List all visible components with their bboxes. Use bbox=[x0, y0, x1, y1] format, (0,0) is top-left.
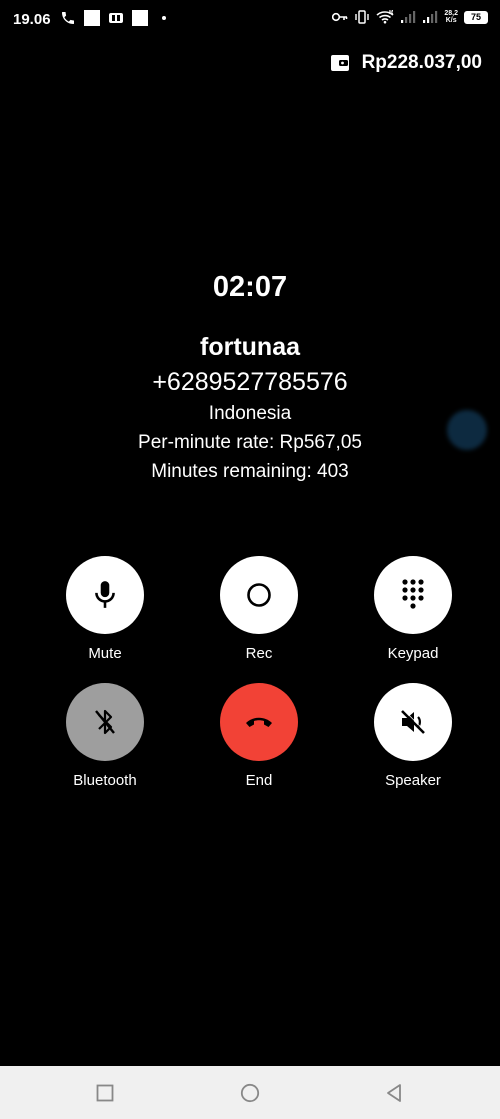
signal-icon-2 bbox=[423, 11, 438, 23]
battery-icon: 75 bbox=[464, 10, 488, 24]
wallet-amount: Rp228.037,00 bbox=[361, 52, 482, 73]
mute-button[interactable] bbox=[66, 556, 144, 634]
call-timer: 02:07 bbox=[212, 271, 288, 303]
call-controls: Mute Rec Keypad Bluetooth End Speaker bbox=[28, 556, 472, 810]
record-icon bbox=[247, 583, 271, 607]
bluetooth-control: Bluetooth bbox=[28, 683, 182, 800]
country: Indonesia bbox=[208, 403, 292, 424]
microphone-icon bbox=[95, 581, 115, 608]
signal-r-label: R bbox=[389, 10, 394, 16]
keypad-label: Keypad bbox=[387, 645, 439, 662]
per-minute-rate: Per-minute rate: Rp567,05 bbox=[138, 432, 362, 453]
keypad-control: Keypad bbox=[336, 556, 490, 673]
record-button[interactable] bbox=[220, 556, 298, 634]
contact-name: fortunaa bbox=[200, 333, 300, 361]
end-control: End bbox=[182, 683, 336, 800]
end-call-button[interactable] bbox=[220, 683, 298, 761]
speaker-label: Speaker bbox=[385, 772, 441, 789]
status-right-icons: R 28,2 K/s 75 bbox=[332, 10, 488, 24]
wifi-icon: R bbox=[376, 10, 394, 24]
bluetooth-button[interactable] bbox=[66, 683, 144, 761]
back-triangle-icon bbox=[387, 1084, 401, 1102]
hang-up-icon bbox=[246, 717, 272, 727]
network-speed-unit: K/s bbox=[445, 17, 457, 24]
rec-label: Rec bbox=[245, 645, 273, 662]
phone-call-icon bbox=[62, 12, 74, 24]
circle-icon bbox=[240, 1083, 260, 1103]
minutes-remaining: Minutes remaining: 403 bbox=[151, 461, 349, 482]
navigation-bar bbox=[0, 1066, 500, 1119]
bluetooth-label: Bluetooth bbox=[73, 772, 137, 789]
keypad-button[interactable] bbox=[374, 556, 452, 634]
speaker-button[interactable] bbox=[374, 683, 452, 761]
bluetooth-disabled-icon bbox=[95, 709, 115, 735]
vibrate-icon bbox=[355, 10, 370, 24]
wallet-balance[interactable]: Rp228.037,00 bbox=[330, 52, 482, 74]
signal-icon bbox=[401, 11, 416, 23]
network-speed: 28,2 K/s bbox=[444, 10, 458, 24]
mute-control: Mute bbox=[28, 556, 182, 673]
status-time: 19.06 bbox=[13, 11, 51, 28]
network-speed-value: 28,2 bbox=[444, 10, 458, 17]
back-button[interactable] bbox=[382, 1081, 406, 1105]
dialpad-icon bbox=[402, 579, 424, 609]
end-label: End bbox=[245, 772, 273, 789]
status-bar: 19.06 R 28,2 K/s 75 bbox=[0, 0, 500, 40]
phone-number: +6289527785576 bbox=[152, 368, 348, 396]
wallet-icon bbox=[330, 55, 349, 71]
mute-label: Mute bbox=[88, 645, 122, 662]
app-notification-icon bbox=[109, 13, 123, 23]
more-notifications-dot bbox=[162, 16, 166, 20]
recents-button[interactable] bbox=[93, 1081, 117, 1105]
call-info: 02:07 fortunaa +6289527785576 Indonesia … bbox=[0, 268, 500, 486]
key-icon bbox=[332, 12, 348, 22]
square-icon bbox=[96, 1084, 114, 1102]
speaker-off-icon bbox=[401, 709, 426, 734]
speaker-control: Speaker bbox=[336, 683, 490, 800]
home-button[interactable] bbox=[238, 1081, 262, 1105]
floating-bubble[interactable] bbox=[447, 410, 487, 450]
rec-control: Rec bbox=[182, 556, 336, 673]
status-left-icons bbox=[60, 10, 166, 26]
notification-icon-2 bbox=[132, 10, 148, 26]
notification-icon bbox=[84, 10, 100, 26]
